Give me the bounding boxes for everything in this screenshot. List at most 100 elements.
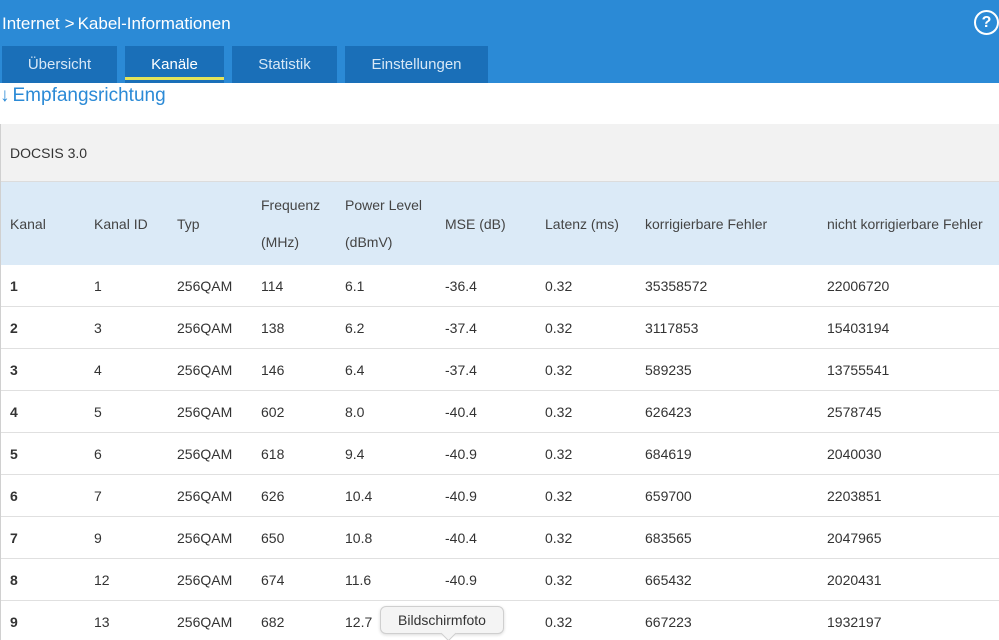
cell-frequenz: 682 (261, 614, 285, 630)
chevron-right-icon: > (64, 14, 75, 33)
cell-kanal-id: 3 (94, 320, 102, 336)
table-row: 2 3 256QAM 138 6.2 -37.4 0.32 3117853 15403194 (1, 307, 999, 349)
table-row: 7 9 256QAM 650 10.8 -40.4 0.32 683565 2047965 (1, 517, 999, 559)
cell-nicht-korrigierbare-fehler: 22006720 (827, 278, 890, 294)
cell-kanal: 7 (10, 530, 18, 546)
cell-nicht-korrigierbare-fehler: 1932197 (827, 614, 882, 630)
cell-nicht-korrigierbare-fehler: 2047965 (827, 530, 882, 546)
cell-nicht-korrigierbare-fehler: 2040030 (827, 446, 882, 462)
cell-latenz: 0.32 (545, 530, 573, 546)
cell-power-level: 10.4 (345, 488, 373, 504)
cell-typ: 256QAM (177, 404, 233, 420)
cell-mse: -40.4 (445, 530, 477, 546)
breadcrumb-root[interactable]: Internet (2, 14, 60, 34)
header-bar: Internet > Kabel-Informationen ? Übersic… (0, 0, 999, 83)
cell-kanal-id: 6 (94, 446, 102, 462)
col-frequenz-label: Frequenz (261, 196, 321, 213)
col-kanal: Kanal (10, 215, 46, 232)
cell-kanal-id: 7 (94, 488, 102, 504)
tab-uebersicht[interactable]: Übersicht (2, 46, 117, 83)
cell-latenz: 0.32 (545, 404, 573, 420)
cell-nicht-korrigierbare-fehler: 15403194 (827, 320, 890, 336)
cell-nicht-korrigierbare-fehler: 13755541 (827, 362, 890, 378)
cell-typ: 256QAM (177, 488, 233, 504)
cell-latenz: 0.32 (545, 446, 573, 462)
table-row: 8 12 256QAM 674 11.6 -40.9 0.32 665432 2020431 (1, 559, 999, 601)
breadcrumb-current: Kabel-Informationen (77, 14, 231, 33)
col-typ: Typ (177, 215, 200, 232)
tab-bar: Übersicht Kanäle Statistik Einstellungen (0, 46, 999, 83)
cell-mse: -40.9 (445, 572, 477, 588)
docsis-label: DOCSIS 3.0 (1, 124, 999, 182)
cell-mse: -40.4 (445, 404, 477, 420)
cell-typ: 256QAM (177, 614, 233, 630)
cell-frequenz: 602 (261, 404, 285, 420)
col-frequenz: Frequenz (MHz) (261, 182, 320, 265)
breadcrumb: Internet > Kabel-Informationen (2, 12, 231, 36)
cell-korrigierbare-fehler: 665432 (645, 572, 692, 588)
cell-latenz: 0.32 (545, 362, 573, 378)
table-row: 4 5 256QAM 602 8.0 -40.4 0.32 626423 2578745 (1, 391, 999, 433)
cell-korrigierbare-fehler: 684619 (645, 446, 692, 462)
cell-korrigierbare-fehler: 659700 (645, 488, 692, 504)
col-mse: MSE (dB) (445, 215, 506, 232)
cell-kanal: 6 (10, 488, 18, 504)
cell-typ: 256QAM (177, 278, 233, 294)
cell-power-level: 6.4 (345, 362, 365, 378)
cell-korrigierbare-fehler: 626423 (645, 404, 692, 420)
cell-nicht-korrigierbare-fehler: 2578745 (827, 404, 882, 420)
cell-kanal: 1 (10, 278, 18, 294)
cell-typ: 256QAM (177, 320, 233, 336)
cell-power-level: 9.4 (345, 446, 365, 462)
cell-power-level: 6.2 (345, 320, 365, 336)
cell-mse: -40.9 (445, 446, 477, 462)
cell-typ: 256QAM (177, 572, 233, 588)
col-latenz: Latenz (ms) (545, 215, 619, 232)
cell-mse: -37.4 (445, 362, 477, 378)
cell-nicht-korrigierbare-fehler: 2020431 (827, 572, 882, 588)
cell-frequenz: 674 (261, 572, 285, 588)
table-row: 3 4 256QAM 146 6.4 -37.4 0.32 589235 13755541 (1, 349, 999, 391)
cell-latenz: 0.32 (545, 572, 573, 588)
table-row: 1 1 256QAM 114 6.1 -36.4 0.32 35358572 22006720 (1, 265, 999, 307)
cell-latenz: 0.32 (545, 614, 573, 630)
cell-typ: 256QAM (177, 446, 233, 462)
cell-kanal-id: 1 (94, 278, 102, 294)
arrow-down-icon: ↓ (0, 85, 10, 106)
cell-kanal-id: 4 (94, 362, 102, 378)
cell-power-level: 8.0 (345, 404, 365, 420)
cell-power-level: 11.6 (345, 572, 372, 588)
cell-frequenz: 114 (261, 278, 284, 294)
cell-korrigierbare-fehler: 683565 (645, 530, 692, 546)
section-title: Empfangsrichtung (12, 85, 166, 106)
cell-typ: 256QAM (177, 530, 233, 546)
cell-mse: -36.4 (445, 278, 477, 294)
cell-frequenz: 146 (261, 362, 285, 378)
col-power-label: Power Level (345, 196, 423, 213)
cell-kanal: 3 (10, 362, 18, 378)
cell-kanal: 9 (10, 614, 18, 630)
col-power-unit: (dBmV) (345, 233, 393, 250)
cell-kanal-id: 12 (94, 572, 110, 588)
tab-einstellungen[interactable]: Einstellungen (345, 46, 488, 83)
cell-power-level: 6.1 (345, 278, 365, 294)
cell-kanal: 5 (10, 446, 18, 462)
cell-power-level: 10.8 (345, 530, 373, 546)
cell-latenz: 0.32 (545, 320, 573, 336)
channel-panel: DOCSIS 3.0 Kanal Kanal ID Typ Frequenz (… (0, 124, 999, 640)
section-toggle-empfangsrichtung[interactable]: ↓ Empfangsrichtung (0, 84, 166, 108)
cell-korrigierbare-fehler: 3117853 (645, 320, 699, 336)
cell-latenz: 0.32 (545, 278, 573, 294)
cell-kanal-id: 9 (94, 530, 102, 546)
cell-typ: 256QAM (177, 362, 233, 378)
table-row: 5 6 256QAM 618 9.4 -40.9 0.32 684619 2040030 (1, 433, 999, 475)
cell-frequenz: 650 (261, 530, 285, 546)
cell-korrigierbare-fehler: 667223 (645, 614, 692, 630)
help-icon[interactable]: ? (974, 10, 999, 35)
tab-statistik[interactable]: Statistik (232, 46, 337, 83)
cell-mse: -40.9 (445, 488, 477, 504)
cell-mse: -37.4 (445, 320, 477, 336)
cell-kanal-id: 13 (94, 614, 110, 630)
tab-kanaele[interactable]: Kanäle (125, 46, 224, 83)
cell-kanal: 4 (10, 404, 18, 420)
